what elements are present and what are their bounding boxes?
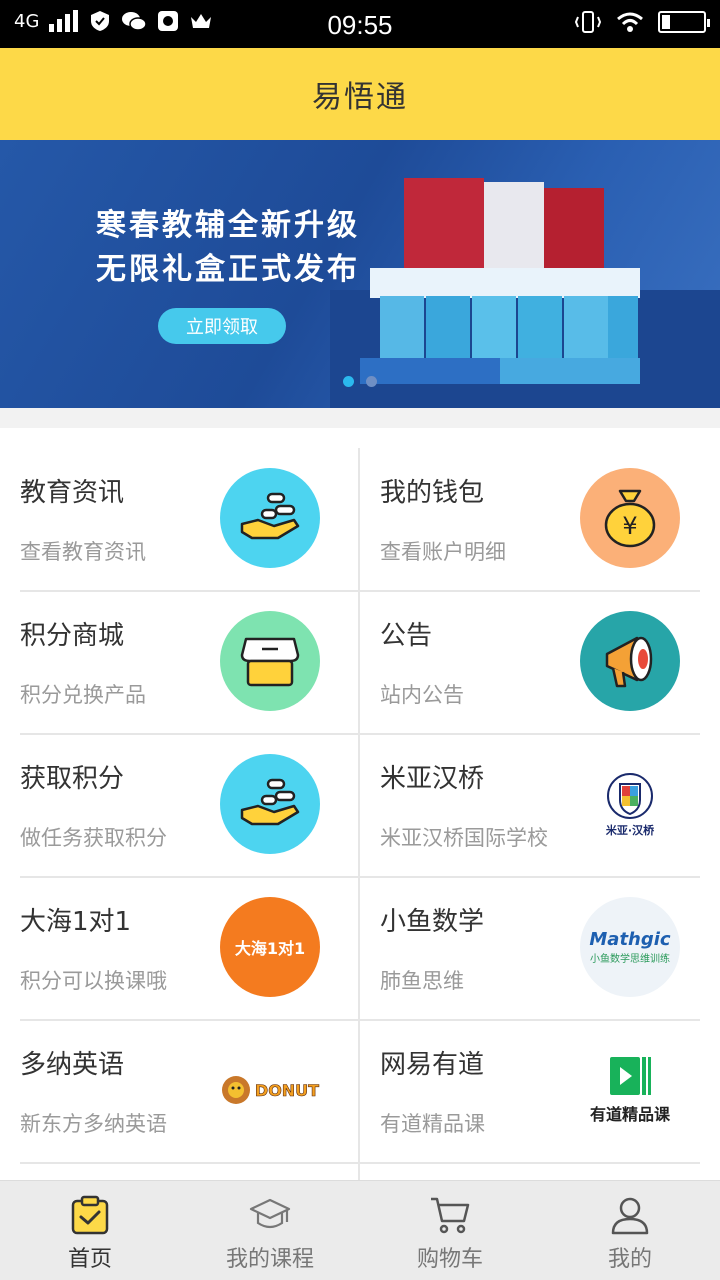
grid-item-subtitle: 积分可以换课哦 — [20, 969, 167, 993]
status-right — [574, 10, 710, 34]
youdao-logo: 有道精品课 — [580, 1040, 680, 1140]
feature-grid: 教育资讯 查看教育资讯 我的钱包 查看账户明细 ¥ 积分商城 积分兑换产品 公告… — [0, 428, 720, 1180]
grid-item-dahai-1on1[interactable]: 大海1对1 积分可以换课哦 大海1对1 — [0, 857, 340, 1000]
megaphone-icon — [580, 611, 680, 711]
grid-item-subtitle: 米亚汉桥国际学校 — [380, 826, 548, 850]
grid-item-subtitle: 新东方多纳英语 — [20, 1112, 167, 1136]
mathgic-logo-text: Mathgic — [589, 929, 671, 950]
banner-headline-1: 寒春教辅全新升级 — [96, 208, 360, 243]
banner-headline-2: 无限礼盒正式发布 — [96, 252, 360, 287]
play-icon — [610, 1057, 651, 1095]
grid-item-title: 积分商城 — [20, 621, 125, 651]
tab-home[interactable]: 首页 — [0, 1181, 180, 1280]
app-title: 易悟通 — [312, 80, 408, 115]
grid-item-title: 公告 — [380, 621, 433, 651]
grid-item-subtitle: 查看账户明细 — [380, 540, 506, 564]
grid-item-subtitle: 查看教育资讯 — [20, 540, 146, 564]
grid-item-title: 米亚汉桥 — [380, 764, 485, 794]
cart-icon — [360, 1195, 540, 1235]
grid-item-subtitle: 有道精品课 — [380, 1112, 485, 1136]
grid-divider — [20, 1162, 700, 1164]
yuan-glyph: ¥ — [622, 512, 637, 540]
tab-label: 我的 — [607, 1247, 652, 1272]
grid-item-title: 大海1对1 — [20, 907, 132, 937]
banner-pagination[interactable] — [0, 376, 720, 387]
mathgic-logo-subtext: 小鱼数学思维训练 — [590, 954, 670, 965]
grid-item-get-points[interactable]: 获取积分 做任务获取积分 — [0, 714, 340, 857]
dahai-logo: 大海1对1 — [220, 897, 320, 997]
tab-my-courses[interactable]: 我的课程 — [180, 1181, 360, 1280]
grid-item-xiaoyu-math[interactable]: 小鱼数学 肺鱼思维 Mathgic 小鱼数学思维训练 — [360, 857, 700, 1000]
bottom-nav: 首页 我的课程 购物车 我的 — [0, 1180, 720, 1280]
vibrate-icon — [574, 11, 602, 33]
app-header: 易悟通 — [0, 48, 720, 140]
donut-logo-text: DONUT — [254, 1080, 320, 1100]
lion-icon — [221, 1076, 250, 1104]
wifi-icon — [617, 12, 643, 32]
grid-item-my-wallet[interactable]: 我的钱包 查看账户明细 ¥ — [360, 428, 700, 571]
tab-cart[interactable]: 购物车 — [360, 1181, 540, 1280]
grid-item-points-mall[interactable]: 积分商城 积分兑换产品 — [0, 571, 340, 714]
battery-icon — [658, 11, 710, 33]
home-clipboard-icon — [0, 1195, 180, 1235]
school-logo-text: 米亚·汉桥 — [605, 824, 655, 837]
donut-logo: DONUT — [220, 1040, 320, 1140]
hand-coins-icon — [220, 754, 320, 854]
book-gift-box-illustration — [360, 178, 640, 384]
banner-dot[interactable] — [366, 376, 377, 387]
grid-item-subtitle: 积分兑换产品 — [20, 683, 146, 707]
banner-dot-active[interactable] — [343, 376, 354, 387]
grid-item-subtitle: 肺鱼思维 — [380, 969, 464, 993]
grid-item-subtitle: 做任务获取积分 — [20, 826, 167, 850]
grid-item-miya-hanqiao[interactable]: 米亚汉桥 米亚汉桥国际学校 米亚·汉桥 — [360, 714, 700, 857]
graduation-cap-icon — [180, 1195, 360, 1235]
promo-banner[interactable]: 寒春教辅全新升级 无限礼盒正式发布 立即领取 — [0, 140, 720, 408]
grid-item-donut-english[interactable]: 多纳英语 新东方多纳英语 DONUT — [0, 1000, 340, 1143]
tab-label: 购物车 — [416, 1247, 483, 1272]
dahai-logo-text: 大海1对1 — [234, 939, 306, 958]
grid-item-title: 多纳英语 — [20, 1050, 125, 1080]
grid-item-subtitle: 站内公告 — [380, 683, 464, 707]
grid-item-title: 获取积分 — [20, 764, 125, 794]
tab-label: 首页 — [67, 1247, 112, 1272]
status-bar: 4G 09:55 — [0, 0, 720, 48]
tab-label: 我的课程 — [225, 1247, 314, 1272]
grid-item-title: 我的钱包 — [380, 478, 485, 508]
grid-item-title: 网易有道 — [380, 1050, 485, 1080]
mathgic-logo: Mathgic 小鱼数学思维训练 — [580, 897, 680, 997]
claim-now-button[interactable]: 立即领取 — [158, 308, 286, 344]
school-crest-logo: 米亚·汉桥 — [580, 754, 680, 854]
youdao-logo-text: 有道精品课 — [589, 1105, 670, 1124]
grid-item-title: 教育资讯 — [20, 478, 125, 508]
user-icon — [540, 1195, 720, 1235]
grid-item-education-news[interactable]: 教育资讯 查看教育资讯 — [0, 428, 340, 571]
tab-profile[interactable]: 我的 — [540, 1181, 720, 1280]
grid-item-title: 小鱼数学 — [380, 907, 485, 937]
grid-item-announcement[interactable]: 公告 站内公告 — [360, 571, 700, 714]
hand-coins-icon — [220, 468, 320, 568]
grid-item-netease-youdao[interactable]: 网易有道 有道精品课 有道精品课 — [360, 1000, 700, 1143]
money-bag-icon: ¥ — [580, 468, 680, 568]
store-icon — [220, 611, 320, 711]
